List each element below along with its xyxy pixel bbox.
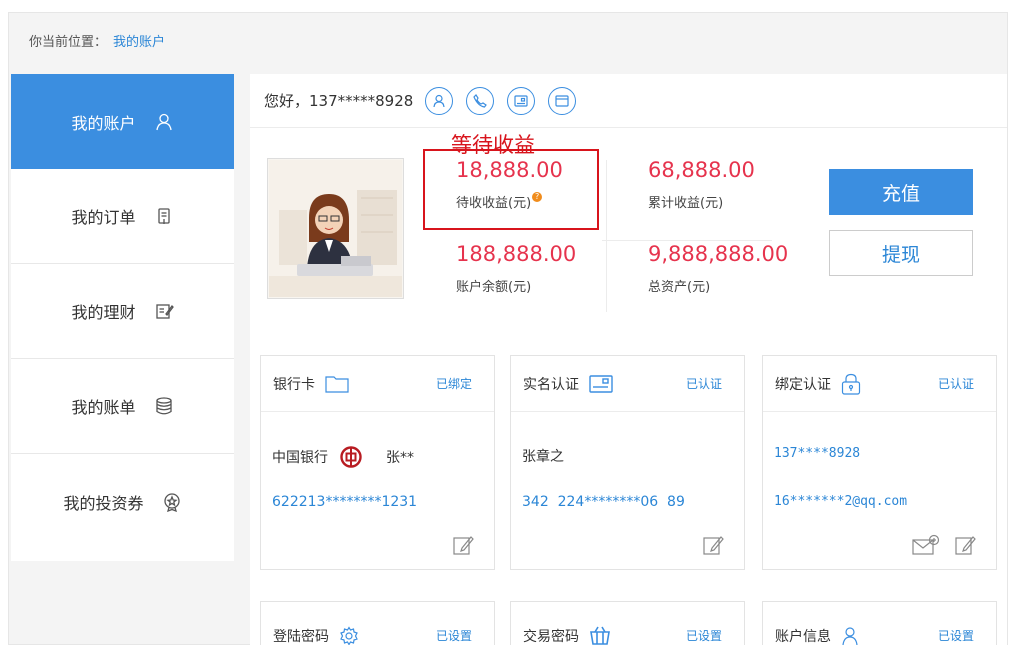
edit-icon[interactable] (702, 534, 724, 556)
bank-card-card: 银行卡 已绑定 中国银行 张** 622213********1231 (260, 355, 495, 570)
help-icon[interactable]: ? (532, 192, 543, 202)
breadcrumb-prefix: 你当前位置： (29, 35, 108, 50)
gear-icon (339, 625, 359, 645)
cumulative-income-label: 累计收益(元) (648, 196, 724, 211)
card-title: 账户信息 (775, 628, 831, 645)
finance-icon (154, 301, 174, 321)
greeting-text: 您好，137*****8928 (264, 92, 414, 110)
sidebar-item-label: 我的账户 (71, 113, 136, 133)
sidebar-item-label: 我的理财 (71, 303, 136, 322)
breadcrumb-current[interactable]: 我的账户 (113, 35, 165, 50)
cumulative-income-stat: 68,888.00 累计收益(元) (648, 158, 755, 211)
sidebar-item-my-account[interactable]: 我的账户 (11, 74, 234, 169)
total-assets-value: 9,888,888.00 (648, 242, 789, 266)
user-icon (841, 626, 859, 645)
avatar-illustration (269, 160, 402, 297)
sidebar-item-label: 我的订单 (71, 208, 136, 227)
id-card-icon[interactable] (507, 86, 536, 115)
id-number: 342 224********06 89 (522, 494, 685, 510)
trade-password-card: 交易密码 已设置 (510, 601, 745, 645)
card-holder: 张** (386, 450, 414, 466)
folder-icon (325, 375, 349, 393)
card-title: 银行卡 (273, 376, 315, 393)
divider (606, 160, 607, 312)
coupon-icon (162, 492, 182, 512)
pending-income-stat: 18,888.00 待收收益(元)? (456, 158, 563, 211)
phone-icon[interactable] (466, 86, 495, 115)
status-badge[interactable]: 已认证 (938, 375, 974, 392)
divider (602, 240, 772, 241)
sidebar-item-my-finance[interactable]: 我的理财 (11, 264, 234, 359)
status-badge[interactable]: 已绑定 (436, 375, 472, 392)
pending-income-label: 待收收益(元) (456, 196, 532, 211)
real-name: 张章之 (522, 449, 564, 465)
mail-icon[interactable] (912, 534, 940, 556)
user-icon (154, 112, 174, 132)
account-page: 你当前位置： 我的账户 我的账户 我的订单 我的理财 我的账单 我的投资券 您好… (8, 12, 1008, 645)
bank-name: 中国银行 (272, 450, 328, 466)
basket-icon (589, 626, 611, 645)
sidebar: 我的账户 我的订单 我的理财 我的账单 我的投资券 (11, 74, 234, 561)
card-title: 登陆密码 (273, 628, 329, 645)
verification-icons (425, 86, 577, 115)
account-info-card: 账户信息 已设置 (762, 601, 997, 645)
order-icon (154, 206, 174, 226)
bank-card-number: 622213********1231 (272, 494, 418, 510)
status-badge[interactable]: 已设置 (686, 627, 722, 644)
bound-email: 16*******2@qq.com (774, 494, 908, 509)
card-title: 交易密码 (523, 628, 579, 645)
sidebar-item-label: 我的投资券 (63, 493, 144, 513)
sidebar-item-my-coupons[interactable]: 我的投资券 (11, 454, 234, 549)
breadcrumb: 你当前位置： 我的账户 (29, 31, 165, 50)
withdraw-button[interactable]: 提现 (829, 230, 973, 276)
user-verify-icon[interactable] (425, 86, 454, 115)
cumulative-income-value: 68,888.00 (648, 158, 755, 182)
binding-card: 绑定认证 已认证 137****8928 16*******2@qq.com (762, 355, 997, 570)
bank-card-icon[interactable] (548, 86, 577, 115)
real-name-card: 实名认证 已认证 张章之 342 224********06 89 (510, 355, 745, 570)
account-balance-stat: 188,888.00 账户余额(元) (456, 242, 576, 295)
status-badge[interactable]: 已认证 (686, 375, 722, 392)
login-password-card: 登陆密码 已设置 (260, 601, 495, 645)
account-balance-label: 账户余额(元) (456, 280, 532, 295)
total-assets-stat: 9,888,888.00 总资产(元) (648, 242, 788, 295)
recharge-button[interactable]: 充值 (829, 169, 973, 215)
card-title: 绑定认证 (775, 376, 831, 393)
main-panel: 您好，137*****8928 等待收益 18,888.00 待收收益(元) ?… (250, 74, 1007, 645)
status-badge[interactable]: 已设置 (938, 627, 974, 644)
sidebar-item-my-bills[interactable]: 我的账单 (11, 359, 234, 454)
greeting-bar: 您好，137*****8928 (250, 74, 1007, 128)
pending-income-value: 18,888.00 (456, 158, 563, 182)
bound-phone: 137****8928 (774, 446, 861, 461)
lock-icon (841, 373, 861, 395)
edit-icon[interactable] (452, 534, 474, 556)
id-card-icon (589, 374, 613, 394)
sidebar-item-my-orders[interactable]: 我的订单 (11, 169, 234, 264)
total-assets-label: 总资产(元) (648, 280, 711, 295)
account-balance-value: 188,888.00 (456, 242, 577, 266)
card-title: 实名认证 (523, 376, 579, 393)
bill-icon (154, 396, 174, 416)
avatar (267, 158, 404, 299)
status-badge[interactable]: 已设置 (436, 627, 472, 644)
bank-of-china-icon (340, 446, 362, 468)
sidebar-item-label: 我的账单 (71, 398, 136, 417)
edit-icon[interactable] (954, 534, 976, 556)
